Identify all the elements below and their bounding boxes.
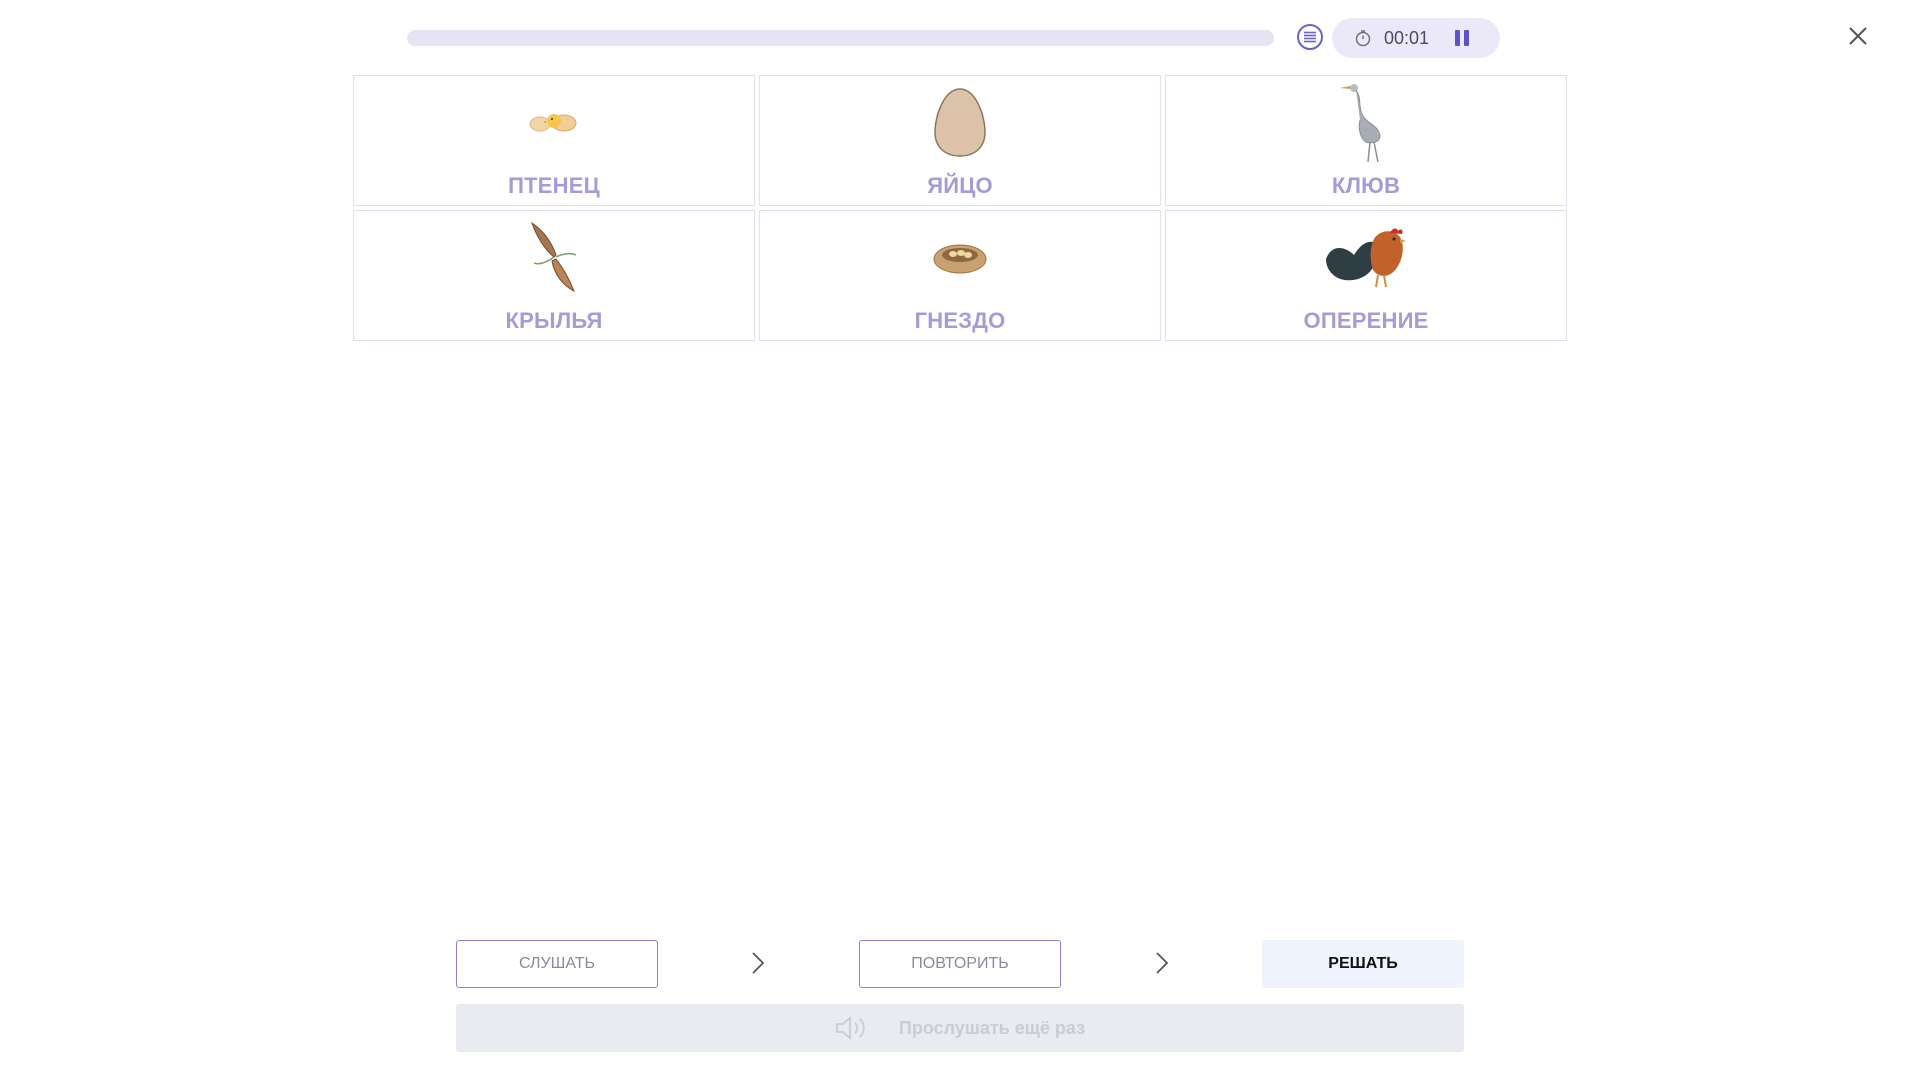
progress-bar (407, 30, 1274, 46)
close-button[interactable] (1846, 24, 1870, 48)
picture-cards-grid: ПТЕНЕЦ ЯЙЦО КЛЮВ КРЫЛЬЯ ГНЕЗДО ОПЕРЕНИЕ (353, 75, 1567, 343)
pause-button[interactable] (1452, 28, 1472, 48)
card-wings[interactable]: КРЫЛЬЯ (353, 210, 755, 341)
card-label: ПТЕНЕЦ (508, 173, 600, 198)
card-beak[interactable]: КЛЮВ (1165, 75, 1567, 206)
task-list-button[interactable] (1297, 24, 1323, 50)
card-label: КЛЮВ (1331, 173, 1401, 198)
pause-icon (1455, 30, 1469, 46)
exercise-screen: 00:01 ПТЕНЕЦ ЯЙЦО КЛЮВ КРЫЛЬЯ ГНЕЗДО ОПЕ… (0, 0, 1920, 1080)
chick-icon (504, 80, 604, 164)
repeat-step-button[interactable]: ПОВТОРИТЬ (859, 940, 1061, 988)
egg-icon (910, 80, 1010, 164)
wings-icon (504, 215, 604, 299)
listen-again-label: Прослушать ещё раз (898, 1017, 1086, 1038)
timer-panel: 00:01 (1332, 18, 1500, 58)
card-label: ОПЕРЕНИЕ (1303, 308, 1429, 333)
card-label: ЯЙЦО (927, 173, 993, 198)
nest-icon (910, 215, 1010, 299)
card-chick[interactable]: ПТЕНЕЦ (353, 75, 755, 206)
stopwatch-icon (1354, 29, 1372, 47)
chevron-right-icon (752, 952, 765, 974)
card-egg[interactable]: ЯЙЦО (759, 75, 1161, 206)
rooster-icon (1316, 215, 1416, 299)
listen-again-button[interactable]: Прослушать ещё раз (456, 1004, 1464, 1052)
card-nest[interactable]: ГНЕЗДО (759, 210, 1161, 341)
heron-icon (1316, 80, 1416, 164)
chevron-right-icon (1156, 952, 1169, 974)
card-plumage[interactable]: ОПЕРЕНИЕ (1165, 210, 1567, 341)
card-label: КРЫЛЬЯ (505, 308, 603, 333)
close-icon (1849, 27, 1867, 45)
list-icon (1304, 31, 1316, 43)
timer-value: 00:01 (1384, 27, 1430, 48)
card-label: ГНЕЗДО (914, 308, 1006, 333)
listen-step-button[interactable]: СЛУШАТЬ (456, 940, 658, 988)
solve-step-button[interactable]: РЕШАТЬ (1262, 940, 1464, 988)
speaker-icon (836, 1016, 865, 1040)
